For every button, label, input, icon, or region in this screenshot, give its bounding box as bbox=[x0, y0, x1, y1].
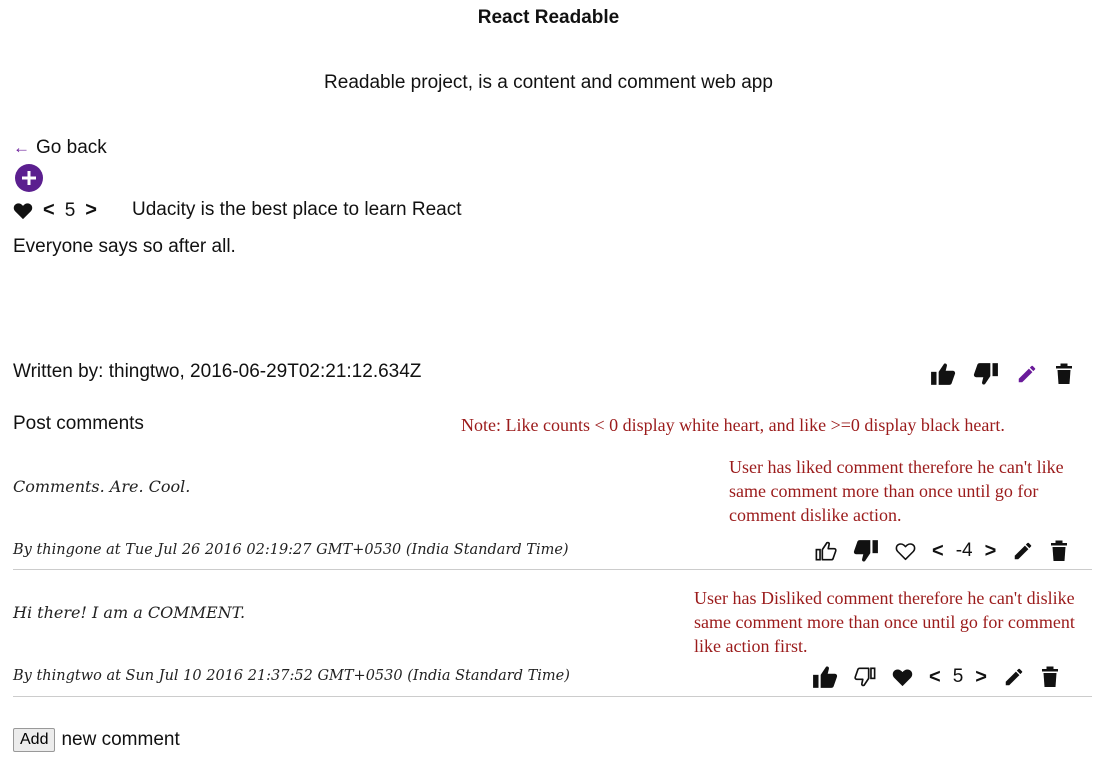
app-subtitle: Readable project, is a content and comme… bbox=[324, 72, 773, 93]
thumbs-down-filled-icon[interactable] bbox=[973, 362, 999, 386]
heart-outline-icon bbox=[895, 542, 916, 560]
app-title: React Readable bbox=[477, 7, 620, 28]
add-comment-row: Add new comment bbox=[13, 728, 180, 752]
note-heart-display: Note: Like counts < 0 display white hear… bbox=[461, 415, 1005, 435]
edit-pencil-icon[interactable] bbox=[1016, 363, 1038, 385]
comment-actions: < 5 > bbox=[812, 665, 1059, 689]
post-vote-control: < 5 > bbox=[13, 199, 107, 222]
back-arrow-icon: ← bbox=[13, 138, 30, 157]
comment-meta: By thingone at Tue Jul 26 2016 02:19:27 … bbox=[13, 542, 569, 558]
trash-icon[interactable] bbox=[1050, 540, 1068, 562]
note-liked-comment: User has liked comment therefore he can'… bbox=[729, 457, 1064, 525]
edit-pencil-icon[interactable] bbox=[1003, 666, 1025, 688]
vote-increment-button[interactable]: > bbox=[85, 199, 97, 222]
trash-icon[interactable] bbox=[1055, 363, 1073, 385]
comment-vote-control: < 5 > bbox=[929, 666, 987, 689]
go-back-label: Go back bbox=[36, 137, 107, 158]
vote-decrement-button[interactable]: < bbox=[43, 199, 55, 222]
note-disliked-comment: User has Disliked comment therefore he c… bbox=[694, 588, 1075, 656]
comment-divider bbox=[13, 696, 1092, 697]
vote-increment-button[interactable]: > bbox=[975, 666, 987, 689]
post-meta: Written by: thingtwo, 2016-06-29T02:21:1… bbox=[13, 361, 422, 382]
edit-pencil-icon[interactable] bbox=[1012, 540, 1034, 562]
comment-vote-count: 5 bbox=[952, 666, 964, 687]
comment-body: Comments. Are. Cool. bbox=[13, 477, 191, 496]
add-comment-label: new comment bbox=[61, 729, 180, 750]
vote-decrement-button[interactable]: < bbox=[932, 540, 944, 563]
vote-increment-button[interactable]: > bbox=[985, 540, 997, 563]
comments-heading: Post comments bbox=[13, 413, 144, 434]
add-comment-button[interactable]: Add bbox=[13, 728, 56, 752]
vote-decrement-button[interactable]: < bbox=[929, 666, 941, 689]
post-title: Udacity is the best place to learn React bbox=[132, 199, 462, 220]
comment-body: Hi there! I am a COMMENT. bbox=[13, 603, 246, 622]
comment-meta: By thingtwo at Sun Jul 10 2016 21:37:52 … bbox=[13, 668, 570, 684]
post-vote-count: 5 bbox=[64, 199, 76, 221]
comment-vote-count: -4 bbox=[955, 540, 973, 561]
thumbs-up-outline-icon[interactable] bbox=[815, 540, 837, 562]
comment-divider bbox=[13, 569, 1092, 570]
post-actions bbox=[930, 362, 1073, 386]
heart-filled-icon bbox=[892, 668, 913, 686]
thumbs-down-filled-icon[interactable] bbox=[853, 539, 879, 563]
comment-vote-control: < -4 > bbox=[932, 540, 996, 563]
trash-icon[interactable] bbox=[1041, 666, 1059, 688]
thumbs-up-filled-icon[interactable] bbox=[812, 665, 838, 689]
add-post-button[interactable] bbox=[15, 164, 43, 192]
thumbs-up-filled-icon[interactable] bbox=[930, 362, 956, 386]
heart-filled-icon bbox=[13, 202, 33, 219]
thumbs-down-outline-icon[interactable] bbox=[854, 666, 876, 688]
comment-actions: < -4 > bbox=[815, 539, 1068, 563]
go-back-link[interactable]: ← Go back bbox=[13, 137, 107, 159]
plus-icon bbox=[22, 171, 36, 185]
post-body: Everyone says so after all. bbox=[13, 236, 236, 257]
